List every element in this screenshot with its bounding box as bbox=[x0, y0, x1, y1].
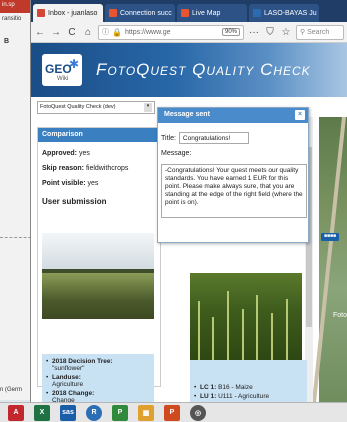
logo-text: GEO bbox=[45, 62, 72, 76]
background-window-text-2: B bbox=[4, 38, 10, 45]
chevron-down-icon: ▾ bbox=[144, 102, 152, 112]
map-label: Foto bbox=[332, 312, 347, 319]
close-icon[interactable]: × bbox=[295, 110, 305, 120]
page: GEO ✱ Wiki FotoQuest Quality Check FotoQ… bbox=[31, 43, 347, 422]
tab-label: LASO-BAYAS Ju bbox=[264, 9, 317, 17]
approved-label: Approved: bbox=[42, 150, 77, 157]
approved-value: yes bbox=[78, 150, 90, 157]
nav-bar: ← → C ⌂ ⓘ 🔒 https://www.ge 90% ··· ⛉ ☆ ⚲… bbox=[31, 22, 347, 43]
approved-row: Approved: yes bbox=[42, 150, 160, 157]
pocket-icon[interactable]: ⛉ bbox=[264, 27, 276, 38]
tab-label: Live Map bbox=[192, 9, 221, 17]
title-label: Title: bbox=[161, 134, 176, 142]
map-view[interactable]: ■■■■ Foto bbox=[312, 117, 347, 402]
favicon-icon bbox=[181, 9, 189, 17]
skip-row: Skip reason: fieldwithcrops bbox=[42, 165, 160, 172]
taskbar: A X sas R P ▦ P ◎ bbox=[0, 402, 347, 422]
favicon-icon bbox=[253, 9, 261, 17]
user-submission-heading: User submission bbox=[42, 197, 107, 206]
point-label: Point visible: bbox=[42, 180, 86, 187]
tab-label: Connection succ bbox=[120, 9, 172, 17]
page-title: FotoQuest Quality Check bbox=[96, 60, 311, 79]
background-window-tab[interactable]: in.sp bbox=[0, 0, 30, 13]
tab-laso-bayas[interactable]: LASO-BAYAS Ju bbox=[249, 4, 319, 22]
excel-icon[interactable]: X bbox=[34, 404, 50, 421]
home-icon[interactable]: ⌂ bbox=[82, 27, 94, 38]
tab-connection[interactable]: Connection succ bbox=[105, 4, 175, 22]
list-item: Landuse:Agriculture bbox=[46, 374, 150, 388]
photo-row bbox=[42, 233, 154, 319]
dialog-title: Message sent bbox=[164, 111, 210, 118]
comparison-header: Comparison bbox=[38, 128, 160, 142]
logo-subtext: Wiki bbox=[57, 76, 69, 82]
list-item: 2018 Decision Tree:"sunflower" bbox=[46, 358, 150, 372]
reference-photo[interactable] bbox=[190, 273, 302, 361]
favicon-icon bbox=[109, 9, 117, 17]
title-row: Title: Congratulations! bbox=[161, 132, 308, 144]
forward-icon[interactable]: → bbox=[50, 27, 62, 38]
list-item: LU 1: U111 - Agriculture bbox=[194, 393, 303, 400]
list-item: LC 1: B16 - Maize bbox=[194, 384, 303, 391]
message-sent-dialog: Message sent × Title: Congratulations! M… bbox=[157, 107, 309, 243]
star-icon[interactable]: ☆ bbox=[280, 27, 292, 38]
background-window-text-3: n (Germ bbox=[0, 387, 23, 393]
comparison-panel: Comparison Approved: yes Skip reason: fi… bbox=[37, 127, 161, 422]
url-text: https://www.ge bbox=[124, 28, 171, 36]
submission-photo[interactable] bbox=[42, 233, 154, 319]
map-road bbox=[312, 117, 346, 402]
zoom-level[interactable]: 90% bbox=[221, 28, 240, 36]
snowflake-icon: ✱ bbox=[68, 57, 79, 71]
geo-wiki-logo[interactable]: GEO ✱ Wiki bbox=[42, 54, 82, 86]
header-banner: GEO ✱ Wiki FotoQuest Quality Check bbox=[31, 43, 347, 97]
point-value: yes bbox=[87, 180, 99, 187]
gmail-icon bbox=[37, 9, 45, 17]
tab-live-map[interactable]: Live Map bbox=[177, 4, 247, 22]
skip-value: fieldwithcrops bbox=[85, 165, 129, 172]
url-bar[interactable]: ⓘ 🔒 https://www.ge 90% bbox=[98, 24, 244, 40]
message-label: Message: bbox=[161, 150, 192, 157]
search-icon: ⚲ bbox=[300, 28, 306, 36]
project-select[interactable]: FotoQuest Quality Check (dev) ▾ bbox=[37, 100, 155, 114]
tab-label: Inbox - juanlaso bbox=[48, 9, 98, 17]
r-icon[interactable]: R bbox=[86, 404, 102, 421]
reload-icon[interactable]: C bbox=[66, 27, 78, 38]
map-sign: ■■■■ bbox=[321, 233, 339, 241]
select-value: FotoQuest Quality Check (dev) bbox=[40, 104, 116, 110]
chrome-icon[interactable]: ◎ bbox=[190, 404, 206, 421]
apps-icon[interactable]: ▦ bbox=[138, 404, 154, 421]
point-row: Point visible: yes bbox=[42, 180, 160, 187]
powerpoint-icon[interactable]: P bbox=[164, 404, 180, 421]
lock-icon: 🔒 bbox=[112, 27, 122, 37]
more-icon[interactable]: ··· bbox=[248, 27, 260, 38]
acrobat-icon[interactable]: A bbox=[8, 404, 24, 421]
project-icon[interactable]: P bbox=[112, 404, 128, 421]
skip-label: Skip reason: bbox=[42, 165, 85, 172]
search-placeholder: Search bbox=[307, 28, 330, 36]
back-icon[interactable]: ← bbox=[34, 27, 46, 38]
message-field[interactable]: -Congratulations! Your quest meets our q… bbox=[161, 164, 307, 218]
sas-icon[interactable]: sas bbox=[60, 404, 76, 421]
search-input[interactable]: ⚲ Search bbox=[296, 24, 344, 40]
tab-bar: Inbox - juanlaso Connection succ Live Ma… bbox=[31, 0, 347, 22]
tab-inbox[interactable]: Inbox - juanlaso bbox=[33, 4, 103, 22]
title-field[interactable]: Congratulations! bbox=[178, 132, 249, 144]
photo-field bbox=[42, 272, 154, 319]
browser-window: Inbox - juanlaso Connection succ Live Ma… bbox=[30, 0, 347, 422]
info-icon[interactable]: ⓘ bbox=[102, 27, 109, 37]
dialog-header: Message sent × bbox=[158, 108, 308, 123]
photo-sky bbox=[42, 233, 154, 273]
background-window-text: ransitio bbox=[2, 16, 22, 22]
